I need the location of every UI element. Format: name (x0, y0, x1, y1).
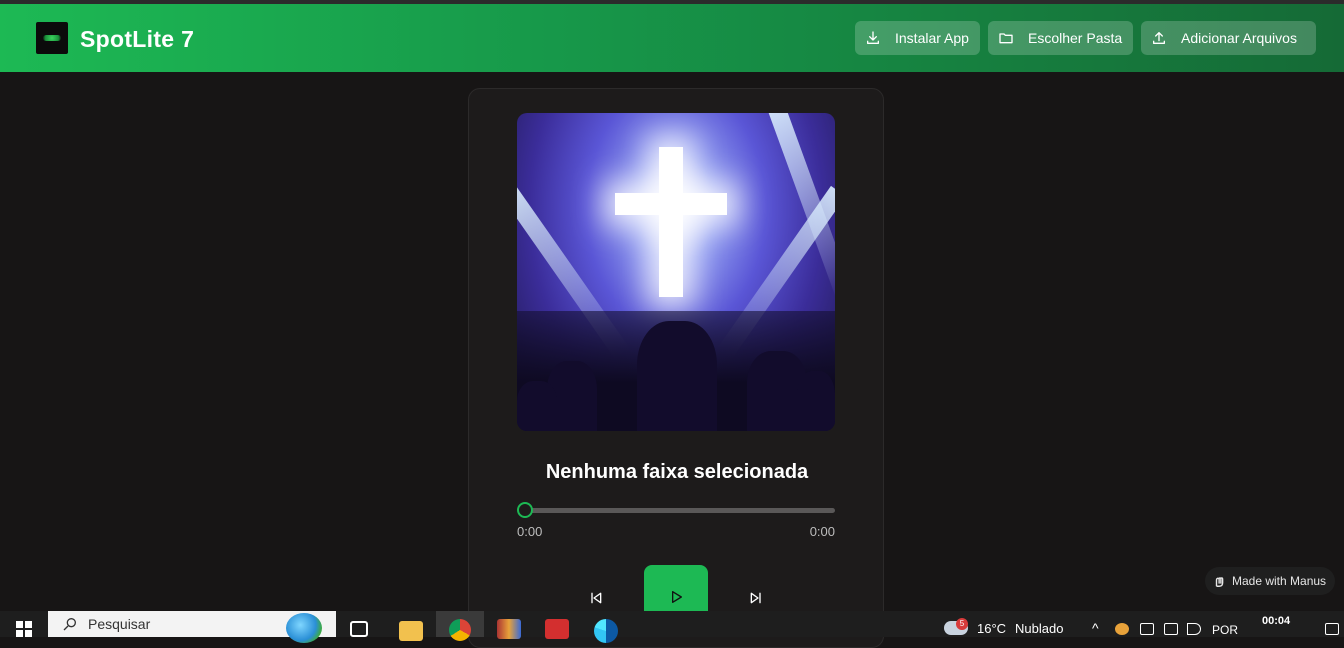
choose-folder-button[interactable]: Escolher Pasta (988, 21, 1133, 55)
app-title: SpotLite 7 (80, 26, 195, 52)
tray-app-icon[interactable] (1115, 623, 1129, 635)
crowd-figure (637, 321, 717, 431)
clock-time[interactable]: 00:04 (1262, 615, 1290, 627)
network-icon[interactable] (1140, 623, 1154, 635)
crowd-figure (797, 371, 835, 431)
windows-start-icon[interactable] (16, 621, 32, 637)
duration: 0:00 (809, 524, 835, 539)
made-with-manus-badge[interactable]: Made with Manus (1205, 567, 1335, 595)
previous-button[interactable] (582, 584, 610, 612)
install-app-label: Instalar App (895, 30, 969, 46)
chrome-icon[interactable] (449, 619, 471, 641)
track-title: Nenhuma faixa selecionada (545, 461, 809, 483)
progress-thumb[interactable] (517, 502, 533, 518)
choose-folder-label: Escolher Pasta (1028, 30, 1123, 46)
install-app-button[interactable]: Instalar App (855, 21, 980, 55)
search-highlight-icon (286, 613, 322, 643)
add-files-label: Adicionar Arquivos (1181, 30, 1297, 46)
winrar-icon[interactable] (497, 619, 521, 639)
search-icon (63, 618, 76, 631)
app-header: SpotLite 7 Instalar App Escolher Pasta A… (0, 4, 1344, 72)
made-with-manus-label: Made with Manus (1232, 574, 1327, 588)
language-indicator[interactable]: POR (1212, 623, 1238, 637)
crowd-figure (517, 381, 557, 431)
weather-badge: 5 (956, 618, 968, 630)
edge-icon[interactable] (594, 619, 618, 643)
file-explorer-icon[interactable] (399, 621, 423, 641)
weather-text[interactable]: Nublado (1015, 621, 1063, 636)
manus-icon (1215, 577, 1224, 587)
add-files-button[interactable]: Adicionar Arquivos (1141, 21, 1316, 55)
taskbar-search-placeholder: Pesquisar (88, 616, 151, 632)
taskbar-search-box[interactable]: Pesquisar (48, 611, 336, 643)
album-cover (517, 113, 835, 431)
camera-icon[interactable] (1164, 623, 1178, 635)
os-taskbar: Pesquisar 5 16°C Nublado ^ POR 00:04 (0, 611, 1344, 643)
volume-icon[interactable] (1187, 623, 1201, 635)
progress-bar[interactable] (525, 508, 835, 513)
current-time: 0:00 (517, 524, 543, 539)
upload-icon (1153, 31, 1165, 44)
cross-vertical (659, 147, 683, 297)
player-card: Nenhuma faixa selecionada 0:00 0:00 (468, 88, 884, 648)
skip-forward-icon (750, 592, 761, 604)
chevron-up-icon[interactable]: ^ (1092, 620, 1099, 636)
skip-back-icon (591, 592, 602, 604)
weather-temp[interactable]: 16°C (977, 621, 1006, 636)
cross-horizontal (615, 193, 727, 215)
download-icon (867, 31, 879, 44)
task-view-icon[interactable] (350, 621, 368, 637)
app-logo (36, 22, 68, 54)
play-icon (672, 591, 682, 603)
notifications-icon[interactable] (1325, 623, 1339, 635)
next-button[interactable] (742, 584, 770, 612)
folder-icon (999, 33, 1013, 44)
app-vc-icon[interactable] (545, 619, 569, 639)
